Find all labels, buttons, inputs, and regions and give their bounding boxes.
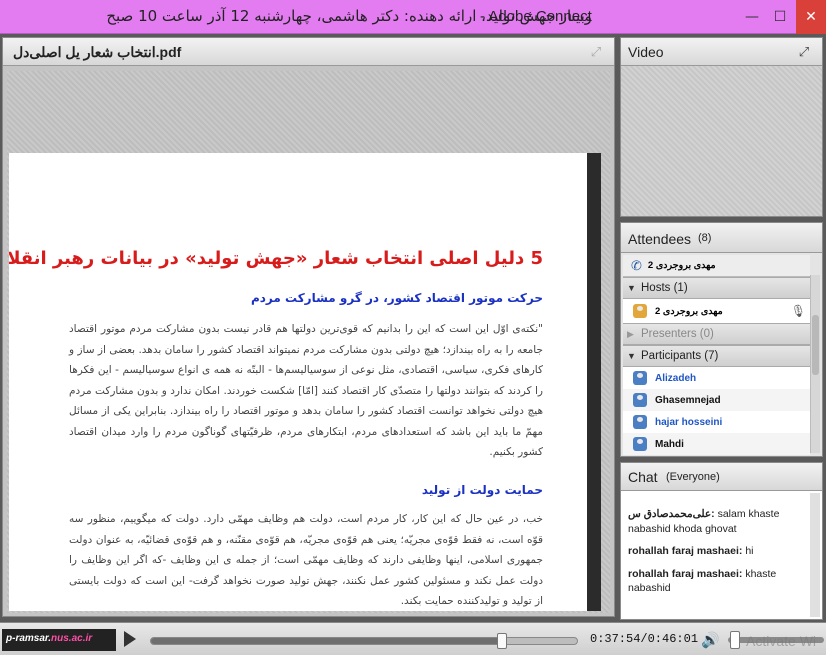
chat-message: علی‌محمدصادق س: salam khaste nabashid kh… (628, 507, 808, 536)
chat-message: rohallah faraj mashaei: khaste nabashid (628, 567, 808, 596)
minimize-button[interactable]: — (740, 0, 764, 34)
section1-text: "نکته‌ی اوّل این است که این را بدانیم که… (69, 323, 543, 458)
presenters-label: Presenters (0) (641, 328, 714, 340)
chat-scrollbar[interactable] (810, 493, 820, 617)
document-heading: 5 دلیل اصلی انتخاب شعار «جهش تولید» در ب… (9, 248, 543, 269)
user-icon (633, 437, 647, 451)
collapse-arrow-icon: ▼ (627, 283, 636, 293)
hosts-section[interactable]: ▼ Hosts (1) (623, 277, 810, 299)
page-scrollbar[interactable] (587, 153, 601, 611)
attendees-pod: Attendees (8) ✆ مهدی بروجردی 2 ▼ Hosts (… (620, 222, 823, 457)
attendees-title: Attendees (628, 231, 692, 247)
user-icon (633, 393, 647, 407)
chat-title: Chat (628, 469, 658, 485)
participant-row[interactable]: Ghasemnejad (623, 389, 810, 411)
document-pod-header: انتخاب شعار یل اصلی‌دل.pdf ⤢ (3, 38, 614, 66)
host-icon (633, 304, 647, 318)
participant-name: Ghasemnejad (655, 394, 721, 406)
attendees-scrollbar[interactable] (810, 275, 820, 453)
attendees-count: (8) (698, 232, 712, 244)
seek-bar[interactable] (150, 633, 578, 649)
chat-pod: Chat (Everyone) علی‌محمدصادق س: salam kh… (620, 462, 823, 620)
current-user-name: مهدی بروجردی 2 (647, 260, 716, 271)
host-row[interactable]: مهدی بروجردی 2 🎙 (623, 299, 810, 323)
scrollbar-thumb[interactable] (812, 315, 819, 375)
fullscreen-icon[interactable]: ⤢ (796, 44, 812, 60)
host-name: مهدی بروجردی 2 (655, 305, 723, 317)
fullscreen-icon[interactable]: ⤢ (588, 44, 604, 60)
user-icon (633, 415, 647, 429)
participant-name: hajar hosseini (655, 416, 723, 428)
section2-title: حمایت دولت از تولید (421, 483, 543, 497)
hosts-label: Hosts (1) (641, 282, 688, 294)
participant-name: Alizadeh (655, 372, 697, 384)
close-button[interactable]: ✕ (796, 0, 826, 34)
microphone-icon[interactable]: 🎙 (791, 304, 806, 318)
participants-label: Participants (7) (641, 350, 719, 362)
seek-handle[interactable] (496, 633, 507, 649)
participants-section[interactable]: ▼ Participants (7) (623, 345, 810, 367)
video-pod: Video ⤢ (620, 37, 823, 217)
video-pod-header: Video ⤢ (621, 38, 822, 66)
chat-sender: علی‌محمدصادق س: (628, 508, 715, 520)
volume-handle[interactable] (730, 631, 740, 649)
playback-bar: p-ramsar.nus.ac.ir 0:37:54/0:46:01 🔊 Act… (0, 622, 826, 655)
volume-icon[interactable]: 🔊 (701, 631, 720, 649)
participant-row[interactable]: Mahdi (623, 433, 810, 455)
window-title: وبینار جهش تولید، ارائه دهنده: دکتر هاشم… (106, 7, 592, 25)
current-user-row: ✆ مهدی بروجردی 2 (623, 255, 810, 277)
phone-icon[interactable]: ✆ (631, 258, 642, 274)
chat-text: hi (745, 545, 754, 557)
pdf-page: 5 دلیل اصلی انتخاب شعار «جهش تولید» در ب… (9, 153, 601, 611)
participant-row[interactable]: Alizadeh (623, 367, 810, 389)
presenters-section[interactable]: ▶ Presenters (0) (623, 323, 810, 345)
section1-title: حرکت موتور اقتصاد کشور، در گرو مشارکت مر… (250, 291, 543, 305)
document-pod: انتخاب شعار یل اصلی‌دل.pdf ⤢ 5 دلیل اصلی… (2, 37, 615, 617)
seek-progress (151, 638, 502, 644)
video-title: Video (628, 44, 664, 60)
site-logo: p-ramsar.nus.ac.ir (2, 629, 116, 651)
document-viewer[interactable]: 5 دلیل اصلی انتخاب شعار «جهش تولید» در ب… (7, 71, 610, 613)
video-area (621, 66, 822, 216)
chat-message: rohallah faraj mashaei: hi (628, 544, 808, 559)
chat-pod-header: Chat (Everyone) (621, 463, 822, 491)
play-icon[interactable] (124, 631, 136, 647)
chat-sender: rohallah faraj mashaei: (628, 545, 743, 557)
participant-name: Mahdi (655, 438, 684, 450)
chat-scope: (Everyone) (666, 471, 720, 483)
document-title: انتخاب شعار یل اصلی‌دل.pdf (13, 44, 182, 60)
title-bar: - Adobe Connect وبینار جهش تولید، ارائه … (0, 0, 826, 34)
chat-messages: علی‌محمدصادق س: salam khaste nabashid kh… (628, 507, 808, 604)
participant-row[interactable]: hajar hosseini (623, 411, 810, 433)
section2-text: خب، در عین حال که این کار، کار مردم است،… (69, 513, 543, 607)
playback-time: 0:37:54/0:46:01 (590, 632, 699, 646)
maximize-button[interactable]: ☐ (768, 0, 792, 34)
activation-watermark: Activate Wi (746, 633, 817, 649)
attendees-pod-header: Attendees (8) (621, 223, 822, 253)
chat-sender: rohallah faraj mashaei: (628, 567, 743, 580)
user-icon (633, 371, 647, 385)
collapse-arrow-icon: ▼ (627, 351, 636, 361)
collapse-arrow-icon: ▶ (627, 328, 634, 339)
